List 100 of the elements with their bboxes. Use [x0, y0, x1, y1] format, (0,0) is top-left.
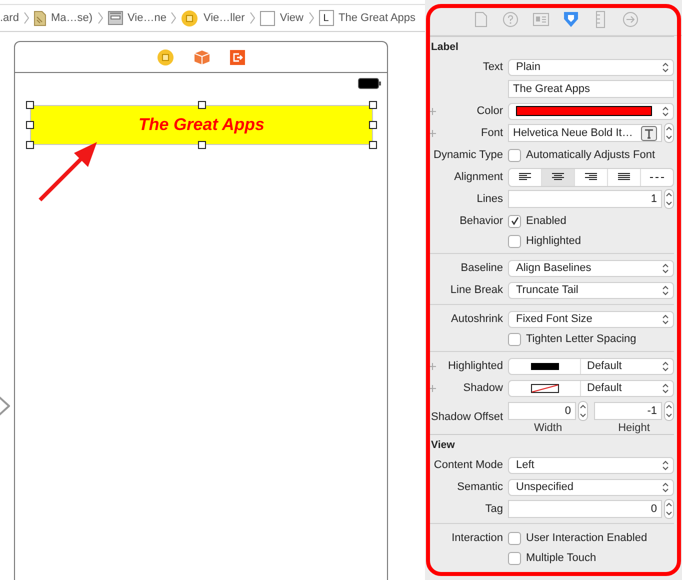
popup-button[interactable]: Align Baselines [508, 260, 674, 276]
stepper-arrows-icon [662, 284, 669, 296]
field-label: Behavior [460, 215, 503, 227]
field-label: Line Break [450, 284, 503, 296]
field-label: Font [480, 127, 503, 139]
field-label: Alignment [454, 171, 503, 183]
color-popup[interactable]: Default [508, 358, 674, 374]
field-label: Interaction [452, 532, 503, 544]
field-label: Highlighted [448, 360, 503, 372]
breadcrumb-item[interactable]: View [280, 12, 304, 24]
stepper-arrows-icon [662, 314, 669, 324]
stepper-arrows-icon [662, 460, 669, 470]
field-label: Baseline [460, 262, 503, 274]
plus-icon[interactable] [429, 384, 436, 392]
field-label: Text [482, 61, 503, 73]
chevron-icon [308, 12, 314, 24]
view-controller-icon [181, 10, 198, 26]
field-label: Content Mode [434, 459, 503, 471]
center-align-icon [552, 173, 564, 181]
breadcrumb-item[interactable]: Vie…ne [128, 12, 166, 24]
checkbox[interactable] [508, 234, 521, 248]
field-label: Color [476, 105, 503, 117]
popup-button[interactable]: Left [508, 456, 674, 474]
checkbox[interactable] [508, 552, 521, 564]
popup-button[interactable]: Plain [508, 58, 674, 76]
number-field[interactable]: 1 [508, 190, 662, 208]
resize-handle[interactable] [198, 101, 206, 109]
breadcrumb-item[interactable]: The Great Apps [338, 12, 416, 24]
view-controller-icon[interactable] [157, 48, 174, 66]
battery-icon [358, 78, 381, 89]
field-label: Dynamic Type [434, 149, 503, 161]
attributes-icon [562, 11, 578, 28]
checkbox[interactable] [508, 332, 521, 346]
justified-align-icon [618, 173, 630, 181]
resize-handle[interactable] [26, 141, 34, 149]
stepper-arrows-icon [662, 262, 669, 274]
resize-handle[interactable] [369, 121, 377, 129]
stepper-arrows-icon [662, 482, 669, 492]
arrow-annotation [38, 140, 100, 202]
scene-icon [108, 11, 123, 25]
stepper-arrows-icon [662, 360, 669, 372]
resize-handle[interactable] [369, 141, 377, 149]
plus-icon[interactable] [429, 108, 436, 114]
field-label: Tag [485, 503, 503, 515]
number-field[interactable]: 0 [508, 402, 576, 420]
field-label: Lines [476, 193, 503, 205]
right-align-icon [585, 173, 597, 181]
label-element[interactable]: The Great Apps [30, 105, 373, 145]
stepper-icon[interactable] [664, 189, 674, 209]
breadcrumb-item[interactable]: Ma…se) [50, 12, 93, 24]
field-label: Autoshrink [451, 313, 503, 325]
chevron-icon [98, 12, 103, 24]
inspector-tab[interactable] [562, 11, 578, 28]
arrow-circle-icon [623, 12, 638, 27]
checkbox-label: User Interaction Enabled [526, 532, 648, 544]
stepper-arrows-icon [662, 106, 669, 116]
exit-icon[interactable] [230, 50, 245, 64]
resize-handle[interactable] [26, 101, 34, 109]
resize-handle[interactable] [198, 141, 206, 149]
label-icon: L [318, 10, 334, 26]
checkbox-label: Multiple Touch [526, 552, 596, 564]
section-title: View [430, 438, 456, 453]
cube-icon[interactable] [194, 50, 210, 64]
stepper-icon[interactable] [578, 401, 588, 421]
resize-handle[interactable] [369, 101, 377, 109]
stepper-icon[interactable] [664, 401, 674, 421]
popup-button[interactable]: Fixed Font Size [508, 310, 674, 328]
number-field[interactable]: 0 [508, 500, 662, 518]
stepper-arrows-icon [662, 62, 669, 72]
document-icon [34, 10, 46, 26]
font-field[interactable]: Helvetica Neue Bold It… [508, 124, 662, 142]
breadcrumb-item[interactable]: Vie…ller [203, 12, 245, 24]
natural-align-icon [650, 176, 664, 178]
view-icon [260, 10, 275, 26]
plus-icon[interactable] [429, 362, 436, 370]
stepper-icon[interactable] [664, 499, 674, 519]
field-label: Shadow Offset [431, 410, 503, 422]
popup-button[interactable]: Unspecified [508, 478, 674, 496]
color-popup[interactable]: Default [508, 380, 674, 396]
help-icon [503, 12, 518, 27]
checkbox-label: Enabled [526, 215, 566, 227]
ruler-icon [596, 11, 605, 28]
resize-handle[interactable] [26, 121, 34, 129]
field-caption: Height [618, 422, 650, 434]
text-field[interactable]: The Great Apps [508, 80, 674, 98]
plus-icon[interactable] [429, 130, 436, 136]
popup-button[interactable]: Truncate Tail [508, 282, 674, 298]
field-caption: Width [534, 422, 562, 434]
font-picker-icon[interactable] [641, 126, 657, 140]
stepper-icon[interactable] [664, 123, 674, 143]
number-field[interactable]: -1 [594, 402, 662, 420]
color-well[interactable] [508, 102, 674, 120]
chevron-icon [24, 12, 29, 24]
breadcrumb-item[interactable]: .ard [0, 12, 19, 24]
alignment-segment[interactable] [541, 168, 574, 186]
checkbox-label: Highlighted [526, 235, 582, 247]
checkbox[interactable] [508, 148, 521, 162]
identity-card-icon [532, 13, 548, 26]
checkbox[interactable] [508, 532, 521, 544]
checkbox[interactable] [508, 214, 521, 228]
